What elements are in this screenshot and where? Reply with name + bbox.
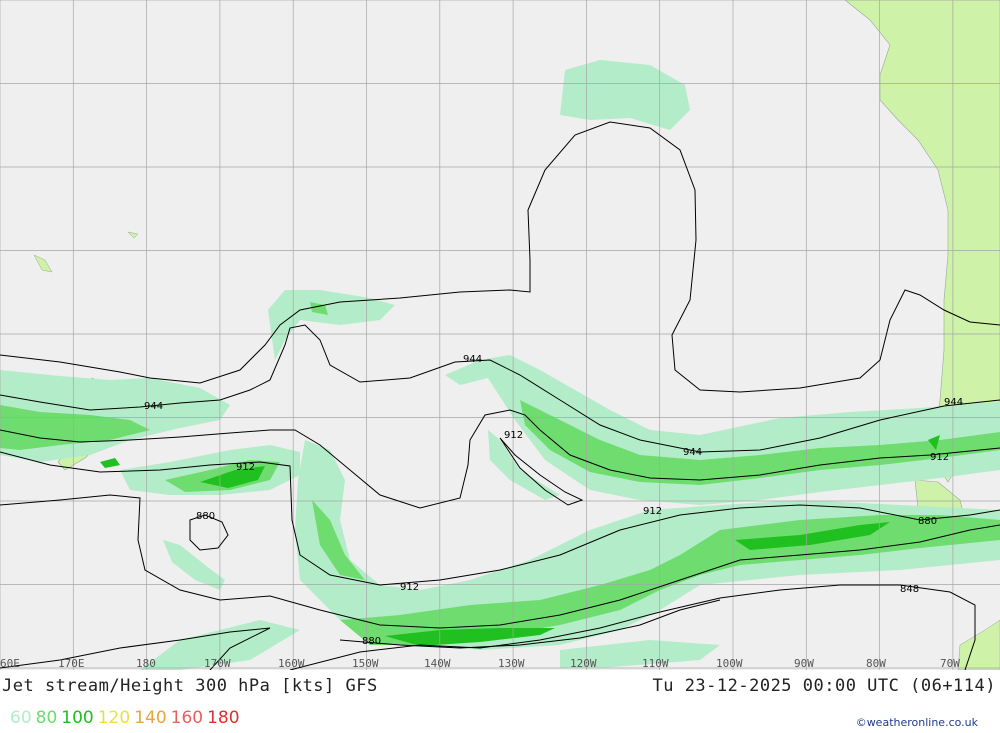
- lon-label: 110W: [642, 657, 669, 670]
- legend-item-140: 140: [134, 708, 167, 728]
- lon-label: 180: [136, 657, 156, 670]
- contour-label: 912: [643, 506, 662, 517]
- contour-label: 848: [900, 584, 919, 595]
- lon-label: 140W: [424, 657, 451, 670]
- contour-label: 912: [400, 582, 419, 593]
- legend-item-120: 120: [97, 708, 131, 728]
- contour-label: 912: [930, 452, 949, 463]
- lon-label: 100W: [716, 657, 743, 670]
- contour-label: 944: [683, 447, 702, 458]
- legend: 60 80 100 120 140 160 180: [10, 708, 244, 728]
- legend-item-80: 80: [35, 708, 58, 728]
- contour-label: 880: [362, 636, 381, 647]
- valid-datetime: Tu 23-12-2025 00:00 UTC (06+114): [652, 676, 996, 696]
- lon-label: 120W: [570, 657, 597, 670]
- contour-label: 880: [918, 516, 937, 527]
- lon-label: 80W: [866, 657, 886, 670]
- lon-label: 70W: [940, 657, 960, 670]
- legend-item-100: 100: [61, 708, 94, 728]
- credit-link[interactable]: ©weatheronline.co.uk: [856, 716, 978, 729]
- lon-label: 130W: [498, 657, 525, 670]
- contour-label: 880: [196, 511, 215, 522]
- jet-stream-map: 944 944 944 944 912 912 912 912 912 880 …: [0, 0, 1000, 670]
- lon-label: 170W: [204, 657, 231, 670]
- legend-item-180: 180: [207, 708, 240, 728]
- lon-label: 160W: [278, 657, 305, 670]
- contour-label: 912: [504, 430, 523, 441]
- contour-label: 944: [463, 354, 482, 365]
- legend-item-60: 60: [10, 708, 32, 728]
- contour-label: 944: [944, 397, 963, 408]
- contour-label: 944: [144, 401, 163, 412]
- legend-item-160: 160: [170, 708, 204, 728]
- lon-label: 90W: [794, 657, 814, 670]
- lon-label: 150W: [352, 657, 379, 670]
- map-title: Jet stream/Height 300 hPa [kts] GFS: [2, 676, 378, 696]
- lon-label: 60E: [0, 657, 20, 670]
- lon-label: 170E: [58, 657, 85, 670]
- contour-label: 912: [236, 462, 255, 473]
